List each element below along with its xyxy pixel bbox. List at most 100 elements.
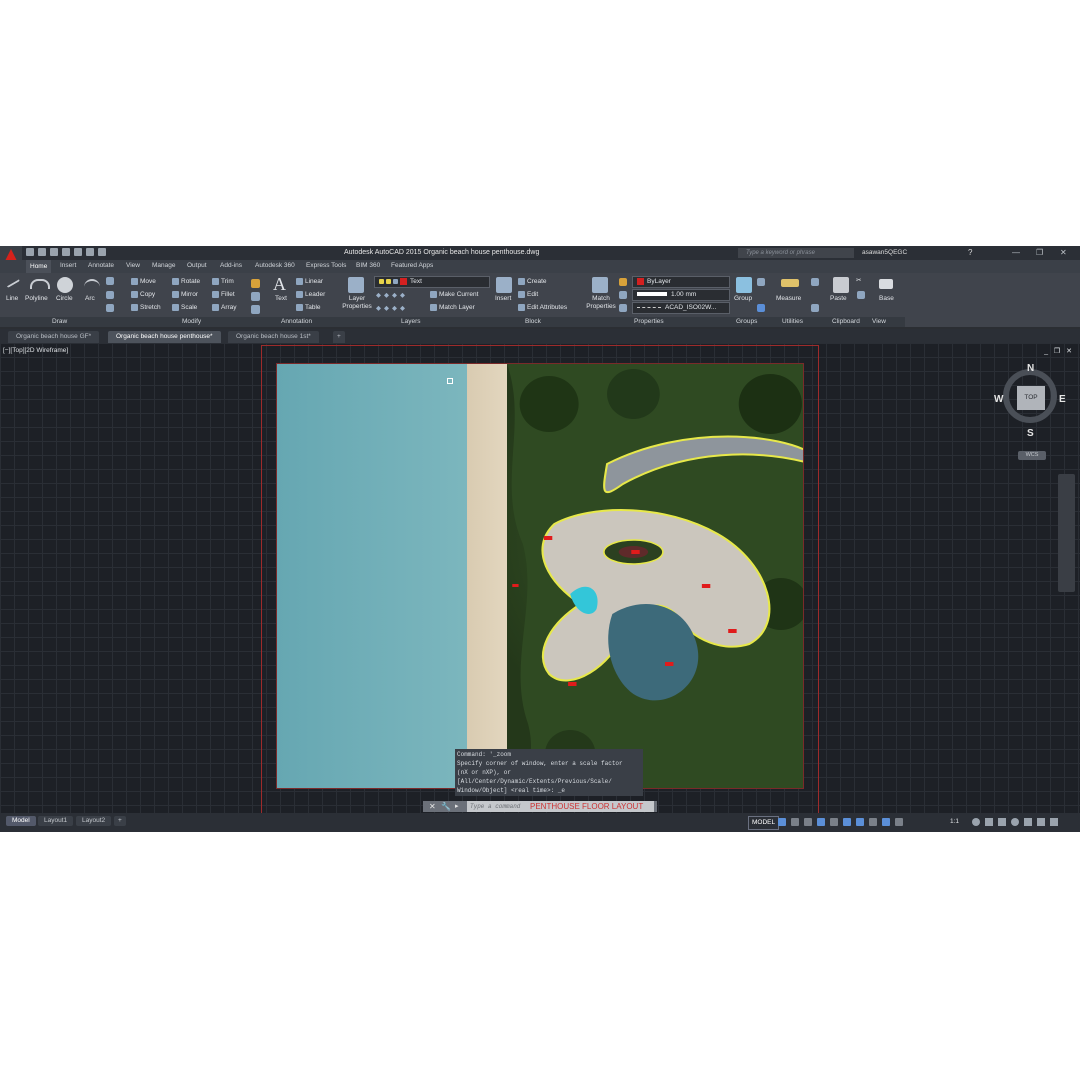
group-select-icon[interactable] bbox=[757, 304, 765, 312]
arc-button[interactable]: Arc bbox=[85, 295, 95, 302]
new-icon[interactable] bbox=[26, 248, 34, 256]
insert-button[interactable]: Insert bbox=[495, 295, 511, 302]
match-properties-button[interactable]: Match Properties bbox=[584, 295, 618, 311]
linear-dimension-button[interactable]: Linear bbox=[296, 278, 323, 285]
erase-icon[interactable] bbox=[251, 279, 260, 288]
compass-west[interactable]: W bbox=[994, 394, 1003, 405]
save-icon[interactable] bbox=[50, 248, 58, 256]
viewcube-top-face[interactable]: TOP bbox=[1017, 386, 1045, 410]
drawing-viewport[interactable]: [−][Top][2D Wireframe] _ ❐ ✕ Command: '_… bbox=[0, 343, 1080, 815]
color-dropdown[interactable]: ByLayer bbox=[632, 276, 730, 288]
viewport-window-controls[interactable]: _ ❐ ✕ bbox=[1044, 347, 1074, 355]
grid-icon[interactable] bbox=[778, 818, 786, 826]
array-button[interactable]: Array bbox=[212, 304, 237, 311]
navigation-bar[interactable] bbox=[1058, 474, 1075, 592]
minimize-button[interactable]: — bbox=[1012, 248, 1020, 257]
panel-clipboard[interactable]: Clipboard bbox=[832, 318, 860, 325]
make-current-button[interactable]: Make Current bbox=[430, 291, 478, 298]
polyline-button[interactable]: Polyline bbox=[25, 295, 48, 302]
close-command-icon[interactable]: ✕ bbox=[429, 801, 436, 812]
tab-home[interactable]: Home bbox=[26, 260, 52, 273]
customization-menu-icon[interactable] bbox=[1050, 818, 1058, 826]
tab-autodesk-360[interactable]: Autodesk 360 bbox=[255, 262, 295, 269]
customize-command-icon[interactable]: 🔧 bbox=[441, 801, 451, 812]
wcs-menu[interactable]: WCS bbox=[1018, 451, 1046, 460]
panel-groups[interactable]: Groups bbox=[736, 318, 757, 325]
model-tab[interactable]: Model bbox=[6, 816, 36, 826]
polar-icon[interactable] bbox=[817, 818, 825, 826]
panel-utilities[interactable]: Utilities bbox=[782, 318, 803, 325]
mirror-button[interactable]: Mirror bbox=[172, 291, 198, 298]
object-snap-tracking-icon[interactable] bbox=[843, 818, 851, 826]
table-button[interactable]: Table bbox=[296, 304, 321, 311]
open-icon[interactable] bbox=[38, 248, 46, 256]
new-tab-button[interactable]: + bbox=[333, 331, 345, 343]
move-button[interactable]: Move bbox=[131, 278, 156, 285]
compass-north[interactable]: N bbox=[1027, 363, 1034, 374]
line-button[interactable]: Line bbox=[6, 295, 18, 302]
search-input[interactable]: Type a keyword or phrase bbox=[738, 248, 854, 258]
ortho-icon[interactable] bbox=[804, 818, 812, 826]
trim-button[interactable]: Trim bbox=[212, 278, 234, 285]
tab-featured-apps[interactable]: Featured Apps bbox=[391, 262, 433, 269]
copy-clip-icon[interactable] bbox=[857, 291, 865, 299]
circle-button[interactable]: Circle bbox=[56, 295, 73, 302]
layout2-tab[interactable]: Layout2 bbox=[76, 816, 112, 826]
panel-block[interactable]: Block bbox=[525, 318, 541, 325]
model-space-button[interactable]: MODEL bbox=[748, 816, 780, 830]
edit-attributes-button[interactable]: Edit Attributes bbox=[518, 304, 567, 311]
quick-calc-icon[interactable] bbox=[811, 278, 819, 286]
panel-view[interactable]: View bbox=[872, 318, 886, 325]
linetype-icon[interactable] bbox=[619, 304, 627, 312]
layer-properties-button[interactable]: Layer Properties bbox=[341, 295, 373, 311]
region-icon[interactable] bbox=[106, 304, 114, 312]
paste-button[interactable]: Paste bbox=[830, 295, 847, 302]
rotate-button[interactable]: Rotate bbox=[172, 278, 200, 285]
measure-button[interactable]: Measure bbox=[776, 295, 801, 302]
match-layer-button[interactable]: Match Layer bbox=[430, 304, 475, 311]
units-icon[interactable] bbox=[998, 818, 1006, 826]
lineweight-display-icon[interactable] bbox=[869, 818, 877, 826]
layout1-tab[interactable]: Layout1 bbox=[38, 816, 74, 826]
id-point-icon[interactable] bbox=[811, 304, 819, 312]
help-icon[interactable]: ? bbox=[968, 248, 972, 257]
offset-icon[interactable] bbox=[251, 305, 260, 314]
group-button[interactable]: Group bbox=[734, 295, 752, 302]
paint-icon[interactable] bbox=[619, 278, 627, 286]
leader-button[interactable]: Leader bbox=[296, 291, 325, 298]
object-snap-icon[interactable] bbox=[856, 818, 864, 826]
panel-modify[interactable]: Modify bbox=[182, 318, 201, 325]
hardware-acceleration-icon[interactable] bbox=[1024, 818, 1032, 826]
clean-screen-icon[interactable] bbox=[1037, 818, 1045, 826]
fillet-button[interactable]: Fillet bbox=[212, 291, 235, 298]
panel-annotation[interactable]: Annotation bbox=[281, 318, 312, 325]
tab-manage[interactable]: Manage bbox=[152, 262, 176, 269]
tab-view[interactable]: View bbox=[126, 262, 140, 269]
auto-scale-icon[interactable] bbox=[895, 818, 903, 826]
base-button[interactable]: Base bbox=[879, 295, 894, 302]
ungroup-icon[interactable] bbox=[757, 278, 765, 286]
annotation-monitor-icon[interactable] bbox=[985, 818, 993, 826]
linetype-dropdown[interactable]: ACAD_ISO02W... bbox=[632, 302, 730, 314]
file-tab-gf[interactable]: Organic beach house GF* bbox=[8, 331, 100, 343]
recent-commands-icon[interactable]: ▸ bbox=[455, 801, 459, 812]
file-tab-penthouse[interactable]: Organic beach house penthouse* bbox=[108, 331, 221, 343]
tab-bim-360[interactable]: BIM 360 bbox=[356, 262, 380, 269]
scale-button[interactable]: Scale bbox=[172, 304, 197, 311]
restore-button[interactable]: ❐ bbox=[1036, 248, 1043, 257]
layer-tools-row-1[interactable]: ◆◆◆◆ bbox=[376, 291, 408, 299]
tab-insert[interactable]: Insert bbox=[60, 262, 76, 269]
create-block-button[interactable]: Create bbox=[518, 278, 547, 285]
lineweight-icon[interactable] bbox=[619, 291, 627, 299]
add-layout-button[interactable]: + bbox=[114, 816, 126, 826]
viewport-controls-label[interactable]: [−][Top][2D Wireframe] bbox=[3, 347, 68, 354]
annotation-scale[interactable]: 1:1 bbox=[950, 818, 959, 825]
viewcube[interactable]: TOP N S E W WCS bbox=[994, 363, 1067, 460]
compass-east[interactable]: E bbox=[1059, 394, 1066, 405]
workspace-gear-icon[interactable] bbox=[972, 818, 980, 826]
panel-properties[interactable]: Properties bbox=[634, 318, 664, 325]
user-name[interactable]: asawan5QEGC bbox=[862, 249, 907, 256]
tab-express-tools[interactable]: Express Tools bbox=[306, 262, 346, 269]
redo-icon[interactable] bbox=[98, 248, 106, 256]
tab-add-ins[interactable]: Add-ins bbox=[220, 262, 242, 269]
